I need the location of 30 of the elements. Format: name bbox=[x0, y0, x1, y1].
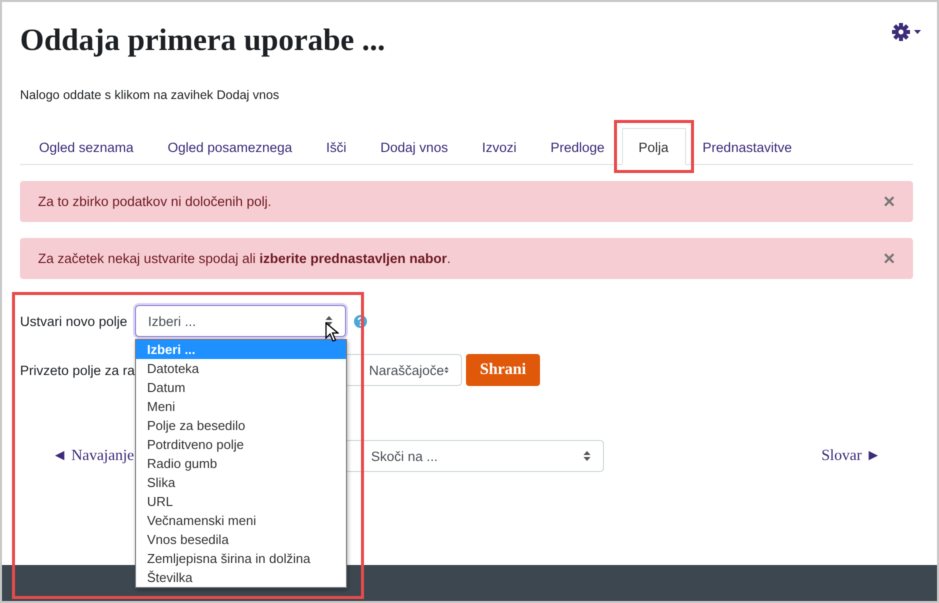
dropdown-option[interactable]: Slika bbox=[136, 473, 346, 492]
tab[interactable]: Ogled posameznega bbox=[150, 128, 310, 164]
tab[interactable]: Ogled seznama bbox=[22, 128, 151, 164]
dropdown-option[interactable]: Številka bbox=[136, 568, 346, 587]
field-label: Ustvari novo polje bbox=[20, 314, 128, 328]
alert-message: Za začetek nekaj ustvarite spodaj ali izberite prednastavljen nabor. bbox=[38, 251, 451, 266]
sort-arrows-icon bbox=[444, 364, 449, 376]
dropdown-option[interactable]: Polje za besedilo bbox=[136, 416, 346, 435]
tab[interactable]: Predloge bbox=[533, 128, 622, 164]
tab[interactable]: Polja bbox=[622, 128, 686, 165]
field-type-select[interactable]: Izberi ... bbox=[135, 305, 346, 337]
dropdown-option[interactable]: Meni bbox=[136, 397, 346, 416]
help-icon[interactable] bbox=[354, 314, 367, 328]
dropdown-option[interactable]: Vnos besedila bbox=[136, 530, 346, 549]
dropdown-option[interactable]: Zemljepisna širina in dolžina bbox=[136, 549, 346, 568]
tab[interactable]: Išči bbox=[309, 128, 364, 164]
save-button[interactable]: Shrani bbox=[466, 354, 540, 386]
dropdown-option[interactable]: Večnamenski meni bbox=[136, 511, 346, 530]
settings-icon[interactable] bbox=[891, 22, 921, 42]
sort-arrows-icon bbox=[583, 450, 591, 462]
sort-arrows-icon bbox=[325, 315, 333, 327]
field-label: Privzeto polje za ra bbox=[20, 362, 135, 378]
tab[interactable]: Prednastavitve bbox=[686, 128, 809, 164]
alert-message: Za to zbirko podatkov ni določenih polj. bbox=[38, 194, 272, 209]
tab[interactable]: Izvozi bbox=[464, 128, 534, 164]
page-title: Oddaja primera uporabe ... bbox=[20, 22, 386, 59]
dropdown-option[interactable]: URL bbox=[136, 492, 346, 511]
next-link[interactable]: Slovar ► bbox=[821, 447, 881, 465]
tab[interactable]: Dodaj vnos bbox=[363, 128, 465, 164]
instruction-text: Nalogo oddate s klikom na zavihek Dodaj vnos bbox=[20, 88, 280, 102]
